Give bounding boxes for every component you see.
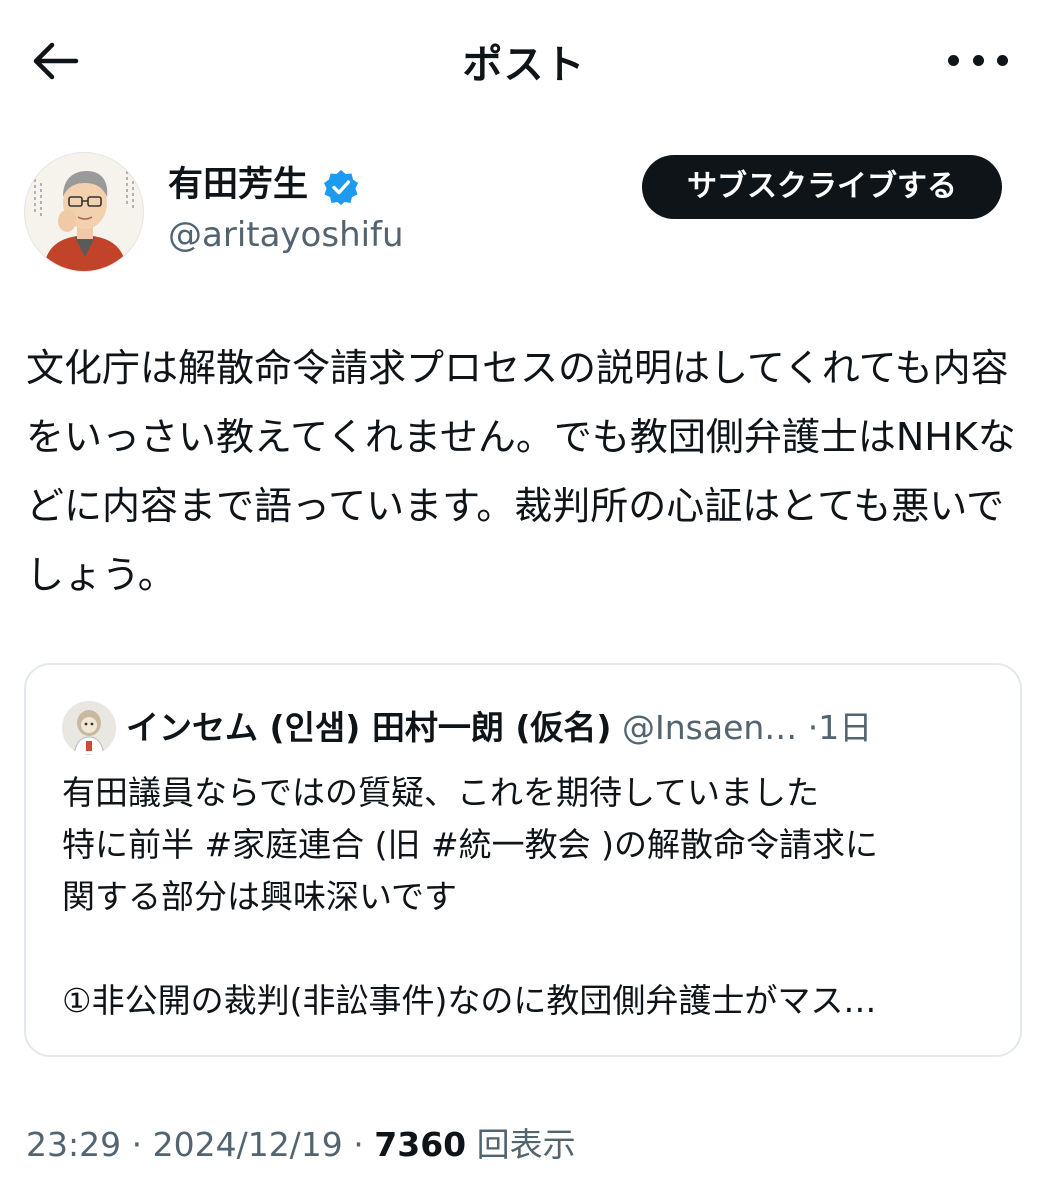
author-avatar[interactable] xyxy=(24,152,144,272)
post-meta: 23:29 · 2024/12/19 · 7360 回表示 xyxy=(26,1120,576,1170)
more-options-button[interactable] xyxy=(948,42,1008,78)
post-time[interactable]: 23:29 xyxy=(26,1125,121,1164)
view-count: 7360 xyxy=(374,1125,467,1164)
quoted-text-blank-line xyxy=(62,923,992,975)
quoted-post-card[interactable]: インセム (인샘) 田村一朗 (仮名) @Insaen… ·1日 有田議員ならで… xyxy=(24,663,1022,1057)
post-date[interactable]: 2024/12/19 xyxy=(153,1125,343,1164)
top-bar: ポスト xyxy=(0,0,1048,120)
quoted-author-avatar[interactable] xyxy=(62,701,116,755)
author-handle[interactable]: @aritayoshifu xyxy=(168,212,404,258)
quoted-post-text: 有田議員ならではの質疑、これを期待していました 特に前半 #家庭連合 (旧 #統… xyxy=(62,767,992,1027)
meta-separator: · xyxy=(121,1125,153,1164)
quoted-author-handle[interactable]: @Insaen… xyxy=(622,708,797,747)
page-title: ポスト xyxy=(462,42,586,88)
quoted-author-avatar-illustration xyxy=(62,701,116,755)
quoted-post-header: インセム (인샘) 田村一朗 (仮名) @Insaen… ·1日 xyxy=(126,703,1006,753)
post-text: 文化庁は解散命令請求プロセスの説明はしてくれても内容をいっさい教えてくれません。… xyxy=(26,346,1016,597)
author-name[interactable]: 有田芳生 xyxy=(168,160,308,210)
author-portrait-illustration xyxy=(25,153,143,271)
quoted-text-line: 関する部分は興味深いです xyxy=(62,877,458,916)
quoted-text-line: 有田議員ならではの質疑、これを期待していました xyxy=(62,773,820,812)
quoted-text-line: 特に前半 #家庭連合 (旧 #統一教会 )の解散命令請求に xyxy=(62,825,879,864)
view-count-label: 回表示 xyxy=(476,1125,576,1164)
more-dot-icon xyxy=(997,54,1008,66)
subscribe-button[interactable]: サブスクライブする xyxy=(642,155,1002,219)
quoted-post-time[interactable]: 1日 xyxy=(818,708,872,747)
meta-separator: · xyxy=(342,1125,375,1164)
quoted-text-line: ①非公開の裁判(非訟事件)なのに教団側弁護士がマス… xyxy=(62,981,877,1020)
quoted-author-name[interactable]: インセム (인샘) 田村一朗 (仮名) xyxy=(126,708,612,747)
more-dot-icon xyxy=(948,54,959,66)
separator-dot: · xyxy=(807,708,819,747)
more-dot-icon xyxy=(972,54,984,66)
verified-badge-icon xyxy=(324,170,358,205)
